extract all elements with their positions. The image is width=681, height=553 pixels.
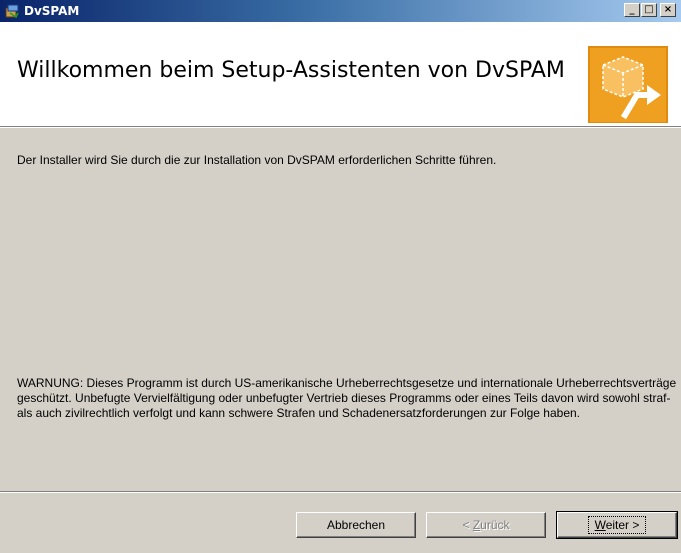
next-button-label: Weiter > bbox=[587, 516, 647, 534]
footer-divider-highlight bbox=[0, 492, 681, 493]
window-title: DvSPAM bbox=[24, 4, 80, 18]
next-button-mnemonic: W bbox=[594, 518, 606, 532]
maximize-button[interactable]: □ bbox=[641, 3, 657, 17]
title-bar[interactable]: DvSPAM _ □ × bbox=[0, 0, 681, 22]
box-arrow-icon bbox=[588, 46, 668, 123]
next-button[interactable]: Weiter > bbox=[556, 511, 678, 539]
close-button[interactable]: × bbox=[660, 3, 676, 17]
header-divider bbox=[0, 127, 681, 128]
copyright-warning-text: WARNUNG: Dieses Programm ist durch US-am… bbox=[17, 376, 677, 420]
intro-text: Der Installer wird Sie durch die zur Ins… bbox=[17, 153, 497, 167]
minimize-button[interactable]: _ bbox=[624, 3, 640, 17]
cancel-button[interactable]: Abbrechen bbox=[296, 512, 416, 538]
back-button[interactable]: < Zurück bbox=[426, 512, 546, 538]
back-button-label: < Zurück bbox=[462, 518, 509, 532]
next-button-rest: eiter > bbox=[605, 518, 640, 532]
back-button-prefix: < bbox=[462, 518, 473, 532]
page-title: Willkommen beim Setup-Assistenten von Dv… bbox=[17, 58, 565, 83]
cancel-button-label: Abbrechen bbox=[326, 518, 386, 532]
back-button-rest: urück bbox=[480, 518, 510, 532]
installer-package-icon bbox=[5, 4, 19, 19]
